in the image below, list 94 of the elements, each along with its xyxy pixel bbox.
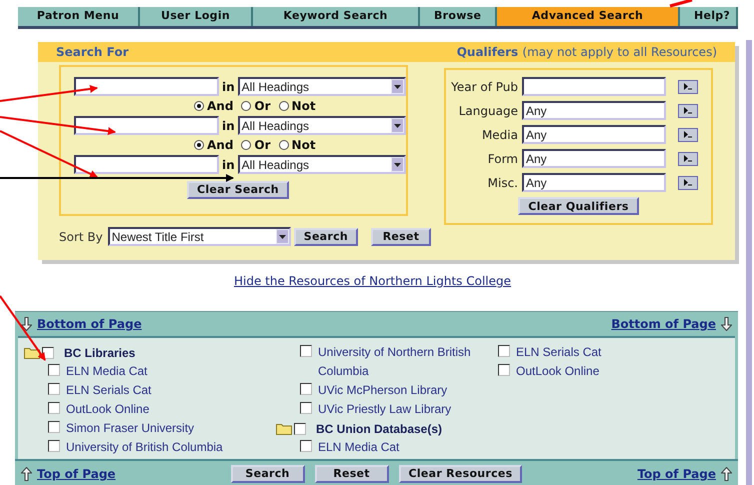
radio-button[interactable] xyxy=(278,101,289,111)
play-icon xyxy=(682,83,693,90)
down-arrow-icon xyxy=(721,317,732,331)
play-icon xyxy=(682,155,693,162)
radio-label: Not xyxy=(292,137,316,154)
nav-tab[interactable]: User Login xyxy=(140,7,253,26)
page-link[interactable]: Bottom of Page xyxy=(611,315,716,333)
search-term-field[interactable] xyxy=(74,155,219,174)
field-select[interactable]: All Headings xyxy=(238,155,406,174)
resource-label: University of British Columbia xyxy=(66,439,223,456)
checkbox[interactable] xyxy=(300,440,312,452)
in-label: in xyxy=(222,118,235,134)
resource-label: UVic Priestly Law Library xyxy=(318,401,452,418)
checkbox[interactable] xyxy=(498,364,510,376)
qualifier-field[interactable] xyxy=(522,77,666,96)
checkbox[interactable] xyxy=(498,345,510,357)
search-button[interactable]: Search xyxy=(294,228,358,246)
lookup-button[interactable] xyxy=(678,104,698,118)
reset-button[interactable]: Reset xyxy=(370,228,431,246)
checkbox[interactable] xyxy=(300,383,312,395)
search-button[interactable]: Search xyxy=(230,464,305,482)
radio-label: And xyxy=(207,137,234,154)
qualifiers-title: Qualifers (may not apply to all Resources) xyxy=(456,44,717,61)
section-title: Search For xyxy=(56,44,129,61)
radio-label: Or xyxy=(254,137,271,154)
resource-label: ELN Serials Cat xyxy=(516,344,602,361)
group-label: BC Libraries xyxy=(64,344,136,362)
hide-resources-link[interactable]: Hide the Resources of Northern Lights College xyxy=(234,272,512,290)
resource-label: UVic McPherson Library xyxy=(318,382,448,399)
down-arrow-icon xyxy=(21,317,32,331)
qualifier-label: Year of Pub xyxy=(450,78,519,96)
up-arrow-icon xyxy=(721,466,732,480)
lookup-button[interactable] xyxy=(678,128,698,142)
lookup-button[interactable] xyxy=(678,152,698,166)
clear-qualifiers-button[interactable]: Clear Qualifiers xyxy=(518,197,639,215)
qualifier-label: Language xyxy=(458,102,519,120)
sort-select[interactable]: Newest Title First xyxy=(108,227,291,246)
sort-label: Sort By xyxy=(59,228,103,246)
resource-label: Simon Fraser University xyxy=(66,420,194,437)
play-icon xyxy=(682,179,693,186)
radio-button[interactable] xyxy=(241,140,252,150)
group-label: BC Union Database(s) xyxy=(316,420,442,438)
search-term-field[interactable] xyxy=(74,116,219,135)
nav-tab[interactable]: Browse xyxy=(420,7,497,26)
qualifier-label: Misc. xyxy=(486,174,519,192)
field-select[interactable]: All Headings xyxy=(238,116,406,135)
reset-button[interactable]: Reset xyxy=(314,464,389,482)
qualifier-label: Form xyxy=(486,150,519,168)
radio-button[interactable] xyxy=(241,101,252,111)
radio-label: And xyxy=(207,98,234,115)
lookup-button[interactable] xyxy=(678,176,698,190)
qualifier-field[interactable]: Any xyxy=(522,125,666,144)
clear-search-button[interactable]: Clear Search xyxy=(187,180,289,198)
up-arrow-icon xyxy=(21,466,32,480)
nav-tab[interactable]: Patron Menu xyxy=(18,7,140,26)
qualifier-field[interactable]: Any xyxy=(522,149,666,168)
radio-button[interactable] xyxy=(194,101,204,111)
resource-label: ELN Serials Cat xyxy=(66,382,152,399)
field-select[interactable]: All Headings xyxy=(238,77,406,96)
resource-label: ELN Media Cat xyxy=(318,439,400,456)
lookup-button[interactable] xyxy=(678,80,698,94)
checkbox[interactable] xyxy=(48,421,60,433)
resource-label: OutLook Online xyxy=(516,363,600,380)
page-link[interactable]: Bottom of Page xyxy=(37,315,142,333)
checkbox[interactable] xyxy=(48,383,60,395)
checkbox[interactable] xyxy=(294,422,306,434)
search-term-field[interactable] xyxy=(74,77,219,96)
radio-label: Or xyxy=(254,98,271,115)
qualifier-field[interactable]: Any xyxy=(522,173,666,192)
play-icon xyxy=(682,131,693,138)
in-label: in xyxy=(222,156,235,174)
checkbox[interactable] xyxy=(300,345,312,357)
radio-button[interactable] xyxy=(278,140,289,150)
qualifier-field[interactable]: Any xyxy=(522,101,666,120)
radio-button[interactable] xyxy=(194,140,204,150)
in-label: in xyxy=(222,78,235,96)
checkbox[interactable] xyxy=(48,440,60,452)
folder-icon xyxy=(276,422,292,434)
qualifier-label: Media xyxy=(480,126,519,144)
nav-tab[interactable]: Help? xyxy=(680,7,738,26)
page-link[interactable]: Top of Page xyxy=(37,464,116,482)
resource-label: ELN Media Cat xyxy=(66,363,148,380)
nav-tab[interactable]: Advanced Search xyxy=(497,7,680,26)
resource-label: OutLook Online xyxy=(66,401,150,418)
resource-label: University of Northern British Columbia xyxy=(318,344,472,380)
checkbox[interactable] xyxy=(48,402,60,414)
play-icon xyxy=(682,107,693,114)
clear-resources-button[interactable]: Clear Resources xyxy=(398,464,522,482)
radio-label: Not xyxy=(292,98,316,115)
checkbox[interactable] xyxy=(300,402,312,414)
nav-tab[interactable]: Keyword Search xyxy=(253,7,420,26)
page-link[interactable]: Top of Page xyxy=(637,464,716,482)
checkbox[interactable] xyxy=(48,364,60,376)
folder-icon xyxy=(24,346,40,358)
